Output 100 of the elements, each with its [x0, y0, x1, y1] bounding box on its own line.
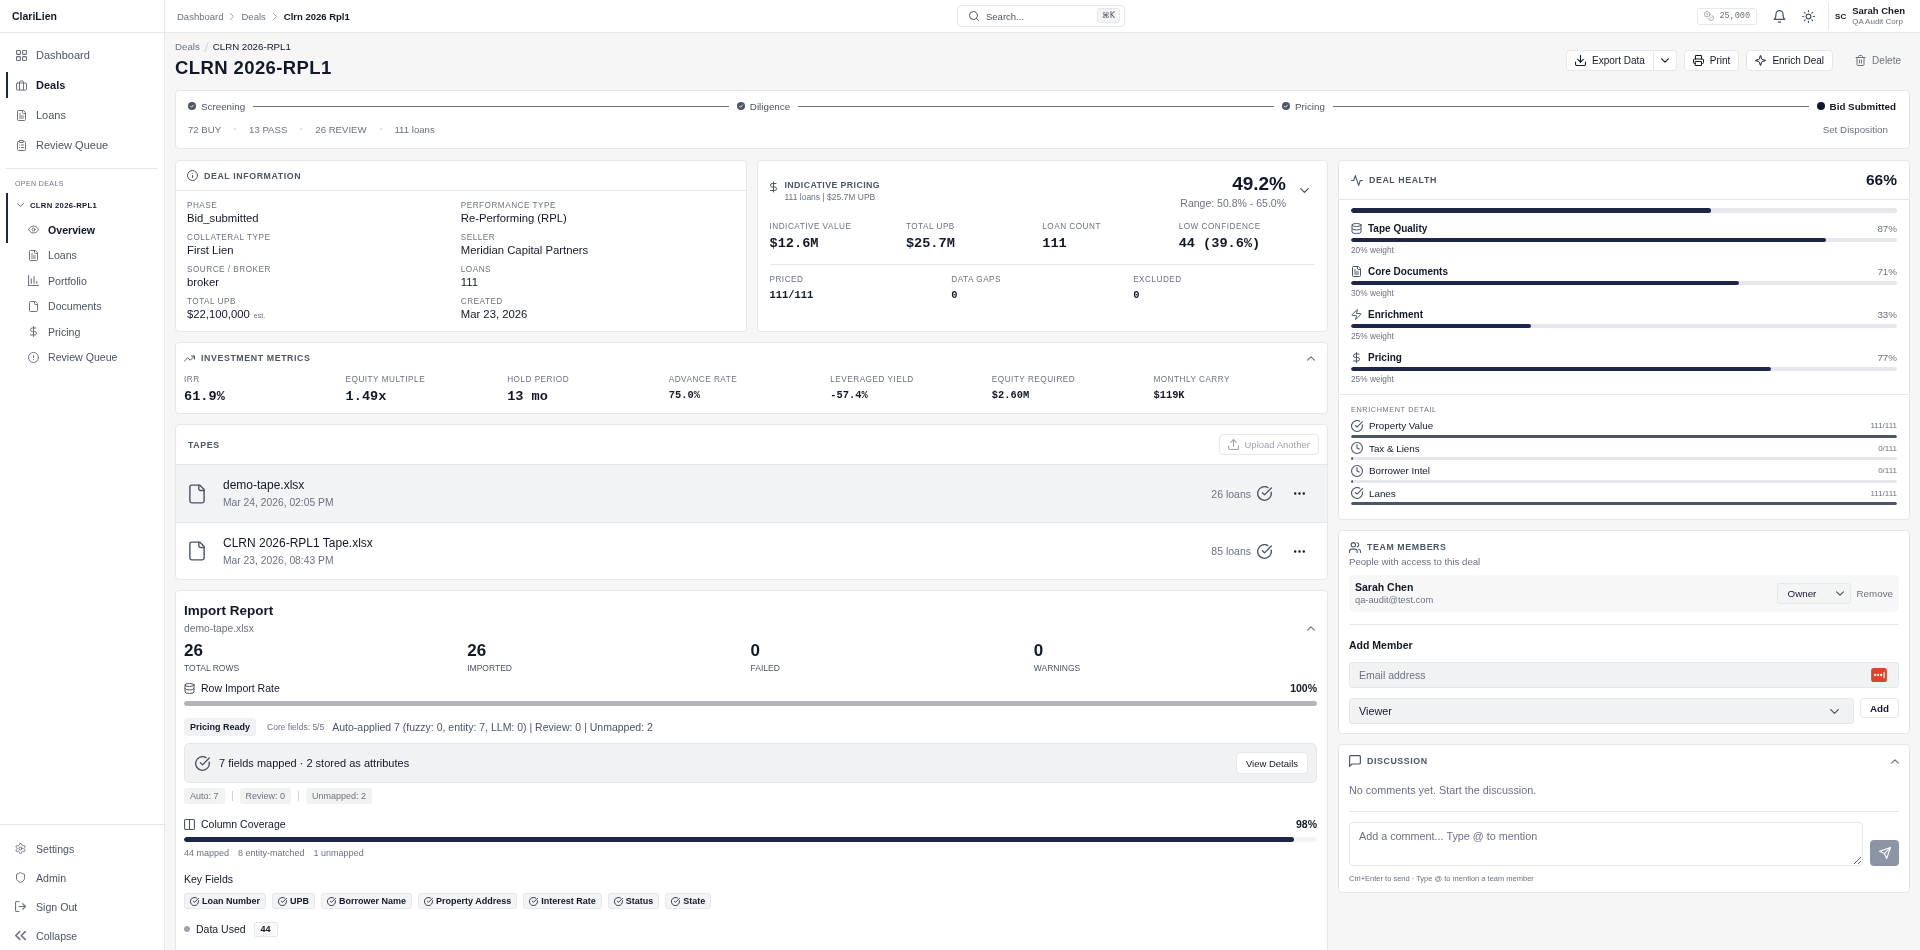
deal-nav-item[interactable]: Loans — [6, 242, 156, 268]
notifications-icon[interactable] — [1773, 9, 1787, 23]
more-icon[interactable] — [1294, 492, 1305, 495]
metric-value: 61.9% — [184, 388, 226, 406]
enrichment-label: Property Value — [1369, 420, 1434, 431]
check-circle-icon — [195, 755, 210, 771]
delete-button[interactable]: Delete — [1846, 50, 1910, 71]
deal-nav-item[interactable]: Overview — [6, 217, 156, 243]
deal-nav-item[interactable]: Pricing — [6, 319, 156, 345]
stat-label: TOTAL ROWS — [184, 662, 241, 674]
coverage-value: 98% — [1296, 818, 1317, 830]
chevron-up-icon[interactable] — [1307, 355, 1315, 361]
sun-icon[interactable] — [1802, 9, 1816, 23]
trash-icon — [1855, 55, 1867, 66]
chevron-up-icon[interactable] — [1891, 758, 1899, 764]
enrichment-label: Tax & Liens — [1369, 442, 1420, 454]
nav-item[interactable]: Deals — [6, 72, 156, 98]
field-value: 111 — [460, 275, 479, 290]
member-email: qa-audit@test.com — [1355, 594, 1434, 607]
stage-label: Pricing — [1294, 100, 1325, 112]
metric-value: $25.7M — [905, 235, 956, 253]
chevron-down-icon — [1660, 58, 1669, 63]
export-button[interactable]: Export Data — [1566, 50, 1654, 71]
key-fields-label: Key Fields — [184, 872, 235, 886]
chevron-down-icon[interactable] — [1300, 188, 1309, 193]
send-button[interactable] — [1870, 840, 1899, 866]
enrich-button[interactable]: Enrich Deal — [1746, 50, 1834, 71]
role-select[interactable]: Viewer — [1349, 698, 1854, 724]
rate-label: Row Import Rate — [201, 682, 280, 694]
check-circle-icon — [424, 896, 434, 906]
empty-message: No comments yet. Start the discussion. — [1349, 783, 1538, 798]
file-name: demo-tape.xlsx — [223, 477, 306, 494]
enrichment-count: 0/111 — [1878, 443, 1897, 453]
dollar-icon — [28, 326, 39, 338]
email-field[interactable]: Email address — [1349, 662, 1899, 688]
field-value: Re-Performing (RPL) — [460, 211, 568, 226]
export-menu-button[interactable] — [1653, 50, 1677, 71]
enrichment-count: 111/111 — [1870, 421, 1897, 430]
sidebar-link[interactable]: Admin — [6, 863, 158, 892]
tape-row[interactable]: demo-tape.xlsx Mar 24, 2026, 02:05 PM 26 loans — [176, 465, 1327, 522]
section-subtitle: People with access to this deal — [1349, 555, 1482, 568]
more-icon[interactable] — [1294, 549, 1305, 553]
exit-arrow-icon — [15, 901, 26, 912]
field-label: LOANS — [460, 264, 492, 275]
stage-stat: 111 loans — [394, 123, 435, 135]
field-value: $22,100,000 — [187, 307, 250, 322]
field-value: First Lien — [187, 243, 235, 258]
check-circle-icon — [671, 896, 681, 906]
bar-chart-icon — [28, 275, 39, 287]
metric-label: IRR — [184, 374, 201, 385]
coverage-label: Column Coverage — [201, 818, 286, 830]
metric-value: 75.0% — [668, 388, 701, 403]
mapping-count: Review: 0 — [239, 788, 292, 804]
clipboard-icon — [16, 139, 27, 151]
enrichment-label: Lanes — [1369, 487, 1396, 499]
document-icon — [1351, 266, 1362, 277]
breadcrumb-link[interactable]: Deals — [241, 10, 266, 22]
role-select[interactable]: Owner — [1776, 583, 1851, 604]
breadcrumb-link[interactable]: Dashboard — [177, 10, 224, 22]
key-field-name: Interest Rate — [541, 896, 596, 906]
sidebar-link[interactable]: Settings — [6, 834, 158, 863]
nav-item[interactable]: Dashboard — [6, 42, 156, 68]
nav-item[interactable]: Loans — [6, 102, 156, 128]
user-organization: QA Audit Corp — [1852, 16, 1904, 27]
key-field-name: State — [683, 896, 706, 906]
app-logo: ClariLien — [12, 10, 57, 22]
deal-nav-item[interactable]: Portfolio — [6, 268, 156, 294]
chevron-up-icon[interactable] — [1307, 626, 1315, 631]
view-details-button[interactable]: View Details — [1235, 752, 1308, 774]
deal-nav-item[interactable]: Documents — [6, 293, 156, 319]
comment-field[interactable]: Add a comment... Type @ to mention — [1349, 822, 1863, 866]
add-button[interactable]: Add — [1859, 698, 1899, 718]
file-date: Mar 23, 2026, 08:43 PM — [223, 553, 335, 568]
factor-label: Tape Quality — [1368, 223, 1428, 234]
metric-value: 13 mo — [507, 388, 549, 406]
grid-icon — [16, 49, 27, 61]
section-subtitle: 111 loans | $25.7M UPB — [784, 192, 877, 203]
sidebar-link[interactable]: Sign Out — [6, 892, 158, 921]
field-label: TOTAL UPB — [187, 296, 237, 307]
chevron-down-icon[interactable] — [17, 203, 24, 207]
sidebar-link[interactable]: Collapse — [6, 921, 158, 950]
metric-label: HOLD PERIOD — [507, 374, 571, 385]
section-title: DEAL INFORMATION — [204, 170, 302, 181]
settings-icon — [15, 843, 26, 854]
check-circle-icon — [613, 896, 623, 906]
enrichment-label: Borrower Intel — [1369, 465, 1430, 476]
download-icon — [1575, 55, 1586, 66]
print-button[interactable]: Print — [1683, 50, 1740, 71]
breadcrumb-link[interactable]: Deals — [175, 41, 200, 53]
trend-up-icon — [184, 352, 195, 364]
tape-row[interactable]: CLRN 2026-RPL1 Tape.xlsx Mar 23, 2026, 08:43 PM 85 loans — [176, 522, 1327, 579]
deal-nav-item[interactable]: Review Queue — [6, 344, 156, 370]
set-disposition-link[interactable]: Set Disposition — [1822, 123, 1888, 135]
nav-item[interactable]: Review Queue — [6, 132, 156, 158]
stage-stat: 72 BUY — [188, 123, 222, 135]
remove-button[interactable]: Remove — [1856, 588, 1893, 599]
key-field-name: Borrower Name — [339, 896, 407, 906]
report-file-name: demo-tape.xlsx — [184, 622, 255, 636]
ellipsis-tile-icon[interactable] — [1871, 668, 1887, 682]
credits-button[interactable]: 25,000 — [1697, 7, 1758, 25]
